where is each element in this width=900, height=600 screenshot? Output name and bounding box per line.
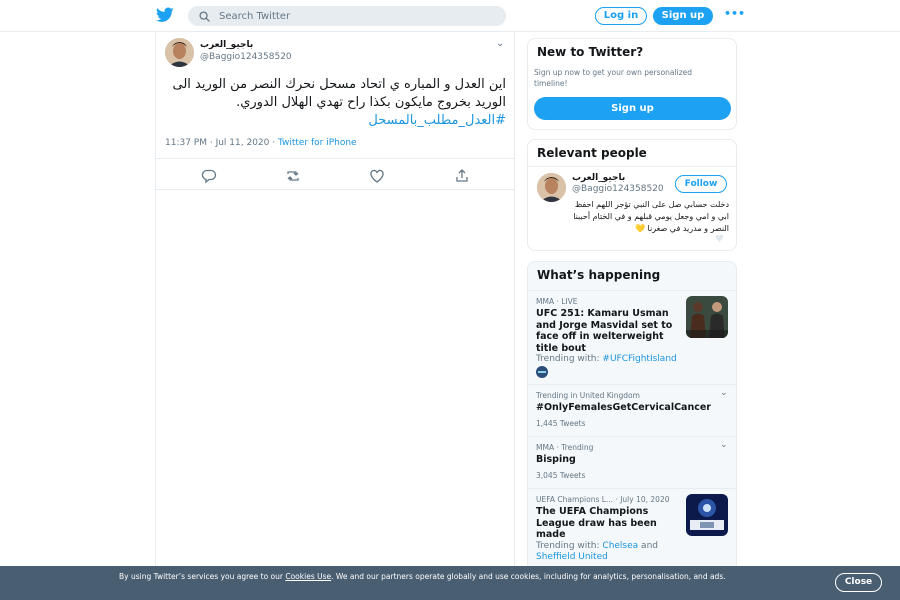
trend-with: Trending with: Chelsea and Sheffield Uni… [536, 541, 681, 563]
tweet-hashtag[interactable]: #العدل_مطلب_بالمسحل [168, 112, 506, 130]
trend-meta: MMA · Trending [536, 443, 594, 452]
relevant-people-card: Relevant people باجيو_العرب @Baggio12435… [527, 139, 737, 251]
heart-icon: ♥ [715, 234, 724, 245]
cookies-use-link[interactable]: Cookies Use [285, 572, 331, 581]
card-title: What’s happening [537, 268, 661, 282]
tweet-author-name[interactable]: باجيو_العرب [200, 40, 253, 50]
close-button[interactable]: Close [835, 573, 882, 592]
search-bar[interactable] [188, 6, 506, 26]
trend-with-label: Trending with: [536, 541, 603, 551]
ufc-avatar-icon [536, 366, 548, 378]
trend-thumbnail[interactable] [686, 296, 728, 338]
trend-with: Trending with: #UFCFightIsland [536, 354, 677, 365]
divider [156, 158, 514, 159]
trend-title[interactable]: UFC 251: Kamaru Usman and Jorge Masvidal… [536, 308, 676, 354]
divider [528, 166, 736, 167]
yellow-heart-icon: 💛 [635, 224, 645, 233]
divider [156, 189, 514, 190]
signup-card-button[interactable]: Sign up [534, 97, 731, 120]
card-subtitle: Sign up now to get your own personalized… [534, 68, 693, 88]
trend-link[interactable]: Chelsea [602, 541, 638, 551]
like-icon[interactable] [368, 167, 386, 185]
follow-button[interactable]: Follow [675, 175, 727, 193]
reply-icon[interactable] [200, 167, 218, 185]
chevron-down-icon[interactable]: ⌄ [496, 38, 504, 49]
trend-title[interactable]: #OnlyFemalesGetCervicalCancer [536, 402, 711, 414]
trend-title[interactable]: The UEFA Champions League draw has been … [536, 506, 676, 541]
avatar[interactable] [537, 173, 566, 202]
tweet-detail-column: باجيو_العرب @Baggio124358520 ⌄ اين العدل… [155, 32, 515, 600]
tweet-timestamp: 11:37 PM · Jul 11, 2020 · Twitter for iP… [165, 138, 357, 148]
signup-button[interactable]: Sign up [653, 7, 713, 25]
person-name[interactable]: باجيو_العرب [572, 173, 625, 183]
card-title: New to Twitter? [537, 45, 644, 59]
tweet-time[interactable]: 11:37 PM · Jul 11, 2020 · [165, 138, 278, 148]
search-icon [199, 11, 210, 22]
trend-meta: UEFA Champions L... · July 10, 2020 [536, 495, 670, 504]
whats-happening-card: What’s happening MMA · LIVE UFC 251: Kam… [527, 261, 737, 571]
trend-link[interactable]: #UFCFightIsland [602, 354, 676, 364]
trend-item[interactable]: Trending in United Kingdom #OnlyFemalesG… [528, 384, 736, 436]
trend-count: 1,445 Tweets [536, 419, 586, 428]
trend-meta: MMA · LIVE [536, 297, 578, 306]
share-icon[interactable] [453, 167, 471, 185]
trend-item[interactable]: UEFA Champions L... · July 10, 2020 The … [528, 488, 736, 570]
new-to-twitter-card: New to Twitter? Sign up now to get your … [527, 38, 737, 130]
tweet-body: اين العدل و المباره ي اتحاد مسحل نحرك ال… [172, 77, 507, 110]
chevron-down-icon[interactable]: ⌄ [720, 440, 728, 450]
tweet-actions [156, 167, 514, 185]
chevron-down-icon[interactable]: ⌄ [720, 388, 728, 398]
bio-text: دخلت حسابي صل على النبي تؤجر اللهم احفظ … [573, 200, 729, 233]
more-menu-icon[interactable]: ••• [724, 7, 745, 20]
tweet-client-link[interactable]: Twitter for iPhone [278, 138, 357, 148]
cookie-text: By using Twitter’s services you agree to… [119, 571, 729, 583]
tweet-text: اين العدل و المباره ي اتحاد مسحل نحرك ال… [168, 76, 507, 130]
login-button[interactable]: Log in [595, 7, 647, 25]
person-handle[interactable]: @Baggio124358520 [572, 184, 664, 194]
trend-title[interactable]: Bisping [536, 454, 576, 466]
trend-and: and [638, 541, 658, 551]
retweet-icon[interactable] [284, 167, 302, 185]
search-input[interactable] [219, 8, 489, 24]
cookie-text-before: By using Twitter’s services you agree to… [119, 572, 286, 581]
trend-meta: Trending in United Kingdom [536, 391, 640, 400]
trend-thumbnail[interactable] [686, 494, 728, 536]
trend-item[interactable]: MMA · Trending Bisping 3,045 Tweets ⌄ [528, 436, 736, 488]
tweet-author-handle[interactable]: @Baggio124358520 [200, 52, 292, 62]
top-navigation-bar: Log in Sign up ••• [0, 0, 900, 32]
trend-count: 3,045 Tweets [536, 471, 586, 480]
avatar[interactable] [165, 38, 194, 67]
card-title: Relevant people [537, 146, 647, 160]
trend-link[interactable]: Sheffield United [536, 552, 608, 562]
cookie-consent-bar: By using Twitter’s services you agree to… [0, 566, 900, 600]
twitter-logo-icon[interactable] [156, 7, 174, 23]
trend-with-label: Trending with: [536, 354, 603, 364]
trend-item[interactable]: MMA · LIVE UFC 251: Kamaru Usman and Jor… [528, 290, 736, 384]
cookie-text-after: . We and our partners operate globally a… [331, 572, 726, 581]
person-bio: دخلت حسابي صل على النبي تؤجر اللهم احفظ … [572, 199, 729, 235]
